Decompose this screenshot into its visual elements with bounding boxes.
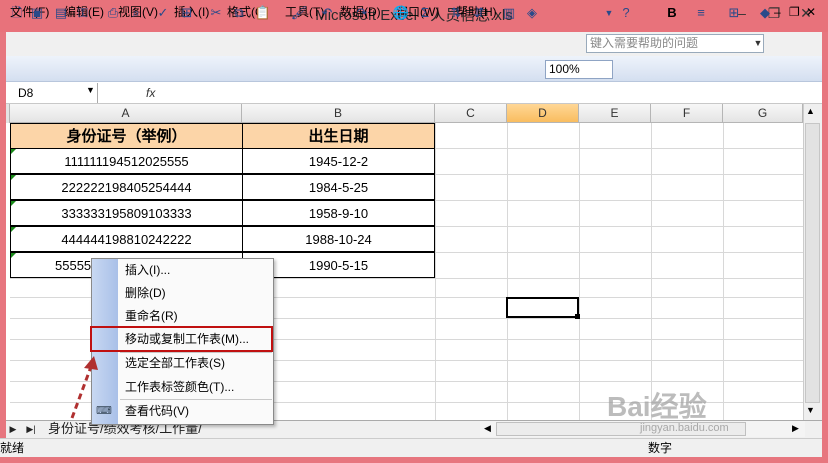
column-header-d[interactable]: D [507,104,579,123]
hyperlink-icon[interactable]: 🌐 [392,4,410,22]
highlight-box [90,326,273,352]
zoom-dropdown-icon[interactable]: ▼ [600,4,618,22]
cut-icon[interactable]: ✂ [207,4,225,22]
menu-item-view-code[interactable]: 查看代码(V) [92,400,273,423]
error-indicator-icon [11,253,16,258]
copy-icon[interactable]: ⧉ [230,4,248,22]
column-header-e[interactable]: E [579,104,651,123]
new-icon[interactable]: 🗋 [8,4,26,22]
spelling-icon[interactable]: ✓ [154,4,172,22]
gridline [435,123,436,420]
table-cell[interactable]: 1945-12-2 [242,148,435,174]
standard-toolbar [6,56,822,82]
watermark-logo: Bai经验 [607,391,707,422]
align-icon[interactable]: ≡ [692,4,710,22]
paste-icon[interactable]: 📋 [254,4,272,22]
gridline [507,123,508,420]
undo-icon[interactable]: ↶ [318,4,336,22]
fx-icon[interactable]: fx [146,83,162,103]
research-icon[interactable]: ⊞ [178,4,196,22]
permission-icon[interactable]: ⚿ [74,4,92,22]
vertical-scroll-thumb[interactable] [805,123,820,403]
format-painter-icon[interactable]: 🖌 [290,4,308,22]
scroll-left-icon[interactable]: ◀ [484,423,491,434]
drawing-icon[interactable]: ◈ [523,4,541,22]
name-box-dropdown-icon[interactable]: ▼ [86,85,95,95]
annotation-arrow-icon [70,356,98,419]
status-bar [0,438,822,457]
gridline [723,123,724,420]
status-numlock: 数字 [648,441,673,455]
menu-item-rename[interactable]: 重命名(R) [92,305,273,328]
column-header-f[interactable]: F [651,104,723,123]
active-cell[interactable] [506,297,579,318]
gridline [651,123,652,420]
column-header-c[interactable]: C [435,104,507,123]
sheet-last-icon[interactable]: ▶| [24,421,38,437]
chart-wizard-icon[interactable]: ▥ [500,4,518,22]
borders-icon[interactable]: ⊞ [725,4,743,22]
column-header-b[interactable]: B [242,104,435,123]
header-cell-id[interactable]: 身份证号（举例） [10,123,243,149]
bold-icon[interactable]: B [663,4,681,22]
chevron-down-icon[interactable]: ▼ [752,34,764,53]
table-cell[interactable]: 444444198810242222 [10,226,243,252]
menu-item-delete[interactable]: 删除(D) [92,282,273,305]
save-icon[interactable]: ▤ [52,4,70,22]
column-header-a[interactable]: A [10,104,242,123]
table-cell[interactable]: 1984-5-25 [242,174,435,200]
error-indicator-icon [11,201,16,206]
zoom-select[interactable]: 100% [545,60,613,79]
name-box[interactable]: D8 [6,83,98,103]
open-icon[interactable]: ▣ [28,4,46,22]
table-cell[interactable]: 222222198405254444 [10,174,243,200]
scroll-down-icon[interactable]: ▼ [806,405,815,415]
redo-icon[interactable]: ↷ [353,4,371,22]
fill-handle[interactable] [575,314,580,319]
doc-restore-icon[interactable]: ❐ [787,3,802,21]
doc-close-icon[interactable]: ✕ [804,3,818,21]
status-ready: 就绪 [0,441,25,455]
table-cell[interactable]: 1958-9-10 [242,200,435,226]
watermark-url: jingyan.baidu.com [640,422,729,434]
print-icon[interactable]: ⎙ [104,4,122,22]
error-indicator-icon [11,175,16,180]
table-cell[interactable]: 111111194512025555 [10,148,243,174]
formula-bar [6,82,822,104]
menu-item-select-all-sheets[interactable]: 选定全部工作表(S) [92,352,273,375]
header-cell-birthdate[interactable]: 出生日期 [242,123,435,149]
menu-item-insert[interactable]: 插入(I)... [92,259,273,282]
gridline [579,123,580,420]
sort-desc-icon[interactable]: ⇵ [470,4,488,22]
autosum-icon[interactable]: Σ [416,4,434,22]
help-icon[interactable]: ? [617,4,635,22]
table-cell[interactable]: 1988-10-24 [242,226,435,252]
error-indicator-icon [11,227,16,232]
menu-item-tab-color[interactable]: 工作表标签颜色(T)... [92,376,273,399]
error-indicator-icon [11,149,16,154]
print-preview-icon[interactable]: ⌕ [127,4,145,22]
scroll-up-icon[interactable]: ▲ [806,106,815,116]
sort-asc-icon[interactable]: ⇅ [447,4,465,22]
table-cell[interactable]: 333333195809103333 [10,200,243,226]
column-header-g[interactable]: G [723,104,803,123]
help-search-input[interactable]: 键入需要帮助的问题 [586,34,764,53]
sheet-prev-icon[interactable]: ▶ [6,421,20,437]
fill-color-icon[interactable]: ◆ [756,4,774,22]
